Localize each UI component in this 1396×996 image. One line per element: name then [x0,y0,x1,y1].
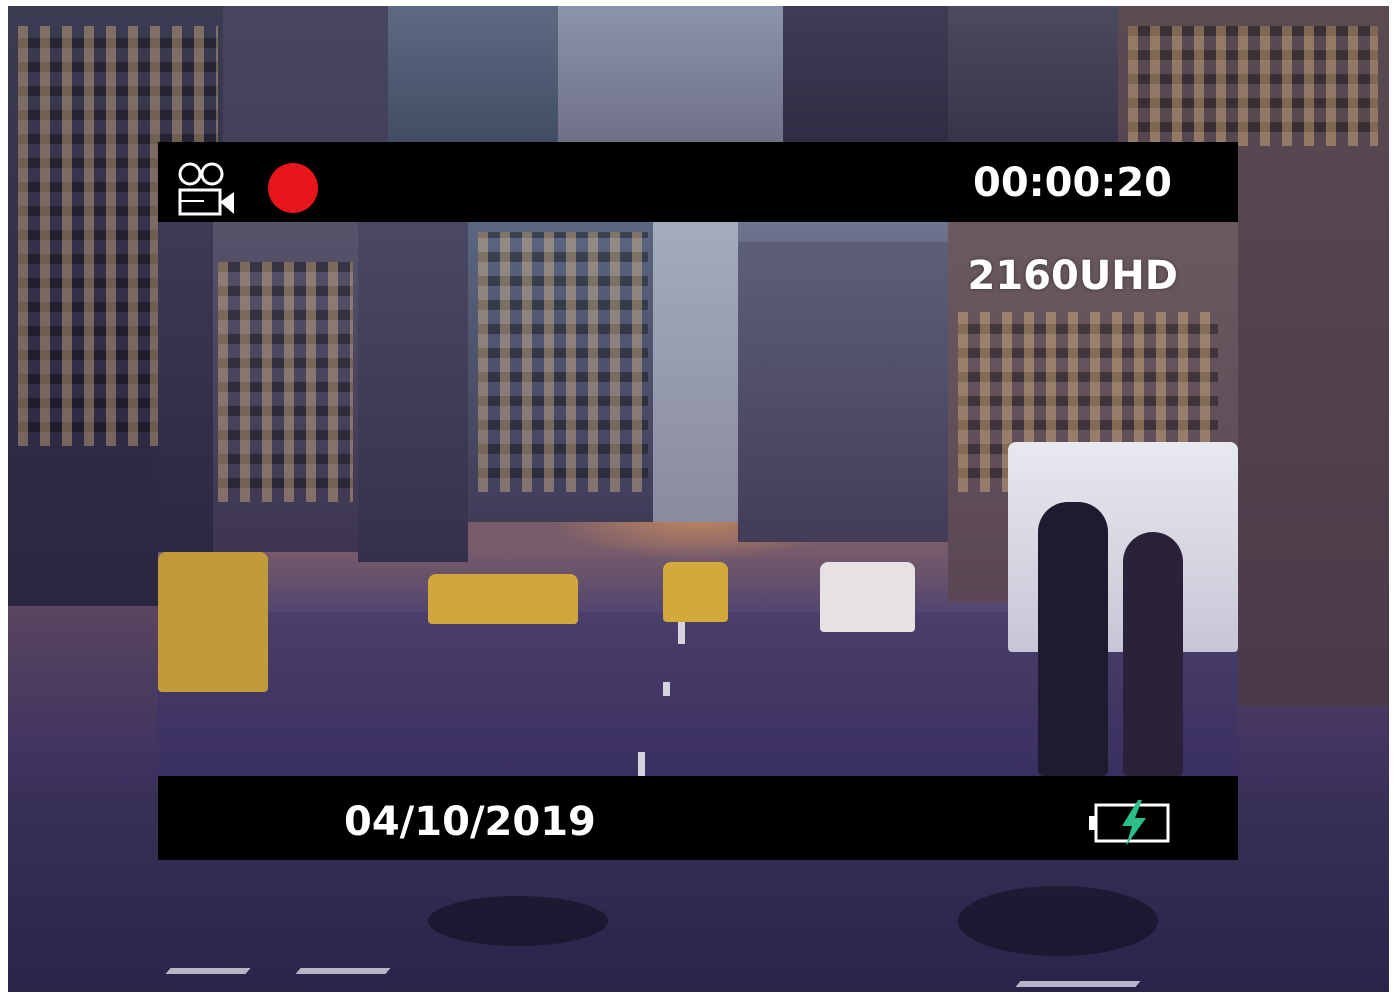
taxi-car [158,552,268,692]
viewfinder-building [738,242,948,542]
pedestrian-shadow [428,896,608,946]
lane-marking [678,622,685,644]
video-camera-icon [178,162,234,216]
background-sky [558,6,798,146]
viewfinder-building [358,222,468,562]
resolution-label: 2160UHD [967,253,1179,299]
recording-timer: 00:00:20 [973,160,1172,206]
record-dot-icon [268,163,318,213]
top-status-bar: 00:00:20 [158,142,1238,222]
pedestrian-shadow [958,886,1158,956]
white-truck [820,562,915,632]
viewfinder-windows [218,262,353,502]
pedestrian [1038,502,1108,776]
viewfinder-sky [653,222,738,522]
viewfinder-building [158,222,218,552]
taxi-car [663,562,728,622]
road-arrow-marking [1015,981,1141,987]
recording-date: 04/10/2019 [344,799,596,845]
background-building [948,6,1128,156]
road-arrow-marking [165,968,251,974]
background-windows [1128,26,1378,146]
viewfinder-windows [478,232,648,492]
camera-viewfinder: 00:00:20 2160UHD 04/10/2019 [158,142,1238,860]
background-building [388,6,558,156]
lane-marking [638,752,645,776]
pedestrian [1123,532,1183,776]
background-building [783,6,953,156]
battery-charging-icon [1089,800,1170,846]
bottom-status-bar [158,776,1238,860]
taxi-car [428,574,578,624]
lane-marking [663,682,670,696]
road-arrow-marking [295,968,391,974]
